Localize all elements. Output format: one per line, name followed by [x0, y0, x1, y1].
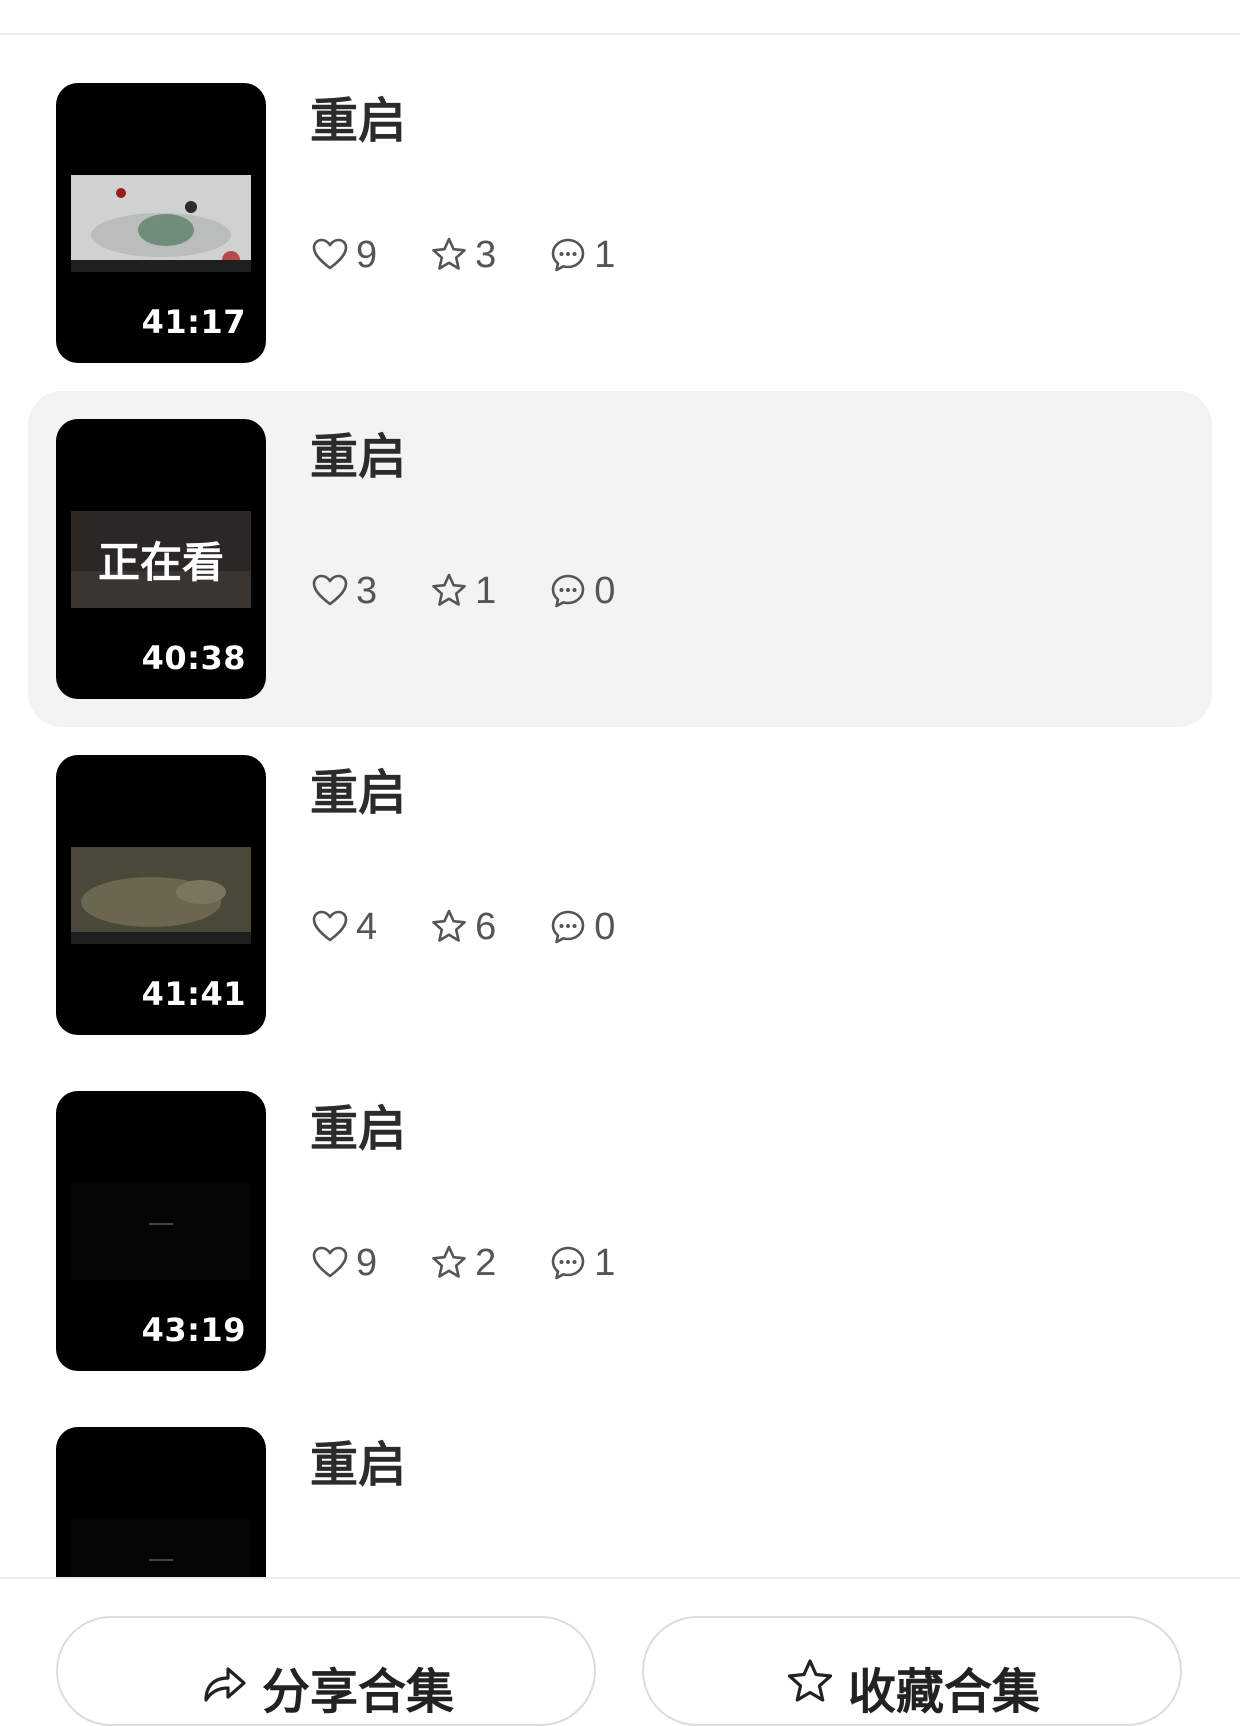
favorite-count: 3 — [475, 233, 497, 276]
star-icon — [432, 909, 466, 942]
episode-item[interactable]: 重启 — [28, 1399, 1212, 1577]
episode-thumbnail[interactable]: 41:41 — [56, 755, 266, 1035]
heart-icon — [312, 910, 348, 942]
favorite-count: 6 — [475, 905, 497, 948]
bottom-action-bar: 分享合集 收藏合集 — [0, 1577, 1240, 1726]
star-icon — [432, 1245, 466, 1278]
episode-title: 重启 — [310, 93, 407, 149]
episode-duration: 41:17 — [141, 303, 246, 341]
comment-count: 1 — [594, 233, 616, 276]
like-count: 9 — [356, 233, 378, 276]
favorite-count: 1 — [475, 569, 497, 612]
episode-thumbnail[interactable]: 41:17 — [56, 83, 266, 363]
comment-icon — [551, 910, 585, 944]
heart-icon — [312, 1246, 348, 1278]
episode-title: 重启 — [310, 765, 407, 821]
comment-stat[interactable]: 0 — [548, 570, 615, 613]
star-icon — [432, 237, 466, 270]
favorite-stat[interactable]: 2 — [429, 1242, 496, 1285]
episode-item-active[interactable]: 正在看 40:38 重启 3 1 0 — [28, 391, 1212, 727]
favorite-stat[interactable]: 6 — [429, 906, 496, 949]
favorite-stat[interactable]: 3 — [429, 234, 496, 277]
episode-thumbnail[interactable]: 43:19 — [56, 1091, 266, 1371]
episode-duration: 41:41 — [141, 975, 246, 1013]
like-count: 4 — [356, 905, 378, 948]
episode-list[interactable]: 41:17 重启 9 3 1 正在看 40:38 重启 3 1 0 41:41 … — [0, 0, 1240, 1577]
collect-collection-label: 收藏合集 — [847, 1664, 1040, 1720]
thumbnail-frame — [71, 1519, 251, 1577]
episode-title: 重启 — [310, 1101, 407, 1157]
star-icon — [787, 1659, 833, 1702]
episode-title: 重启 — [310, 1437, 407, 1493]
share-collection-button[interactable]: 分享合集 — [56, 1616, 596, 1726]
comment-count: 0 — [594, 569, 616, 612]
like-count: 3 — [356, 569, 378, 612]
comment-stat[interactable]: 0 — [548, 906, 615, 949]
episode-stats: 9 3 1 — [310, 231, 667, 279]
like-stat[interactable]: 4 — [310, 906, 377, 949]
heart-icon — [312, 238, 348, 270]
episode-thumbnail[interactable] — [56, 1427, 266, 1577]
episode-item[interactable]: 41:17 重启 9 3 1 — [28, 55, 1212, 391]
thumbnail-frame — [71, 1183, 251, 1280]
comment-icon — [551, 238, 585, 272]
like-stat[interactable]: 9 — [310, 234, 377, 277]
comment-icon — [551, 1246, 585, 1280]
like-count: 9 — [356, 1241, 378, 1284]
episode-duration: 43:19 — [141, 1311, 246, 1349]
thumbnail-frame — [71, 175, 251, 272]
thumbnail-frame — [71, 847, 251, 944]
episode-stats: 4 6 0 — [310, 903, 667, 951]
episode-thumbnail[interactable]: 正在看 40:38 — [56, 419, 266, 699]
comment-icon — [551, 574, 585, 608]
like-stat[interactable]: 9 — [310, 1242, 377, 1285]
comment-stat[interactable]: 1 — [548, 1242, 615, 1285]
collect-collection-button[interactable]: 收藏合集 — [642, 1616, 1182, 1726]
favorite-stat[interactable]: 1 — [429, 570, 496, 613]
episode-title: 重启 — [310, 429, 407, 485]
episode-stats: 3 1 0 — [310, 567, 667, 615]
share-collection-label: 分享合集 — [261, 1664, 454, 1720]
episode-item[interactable]: 41:41 重启 4 6 0 — [28, 727, 1212, 1063]
comment-count: 1 — [594, 1241, 616, 1284]
comment-stat[interactable]: 1 — [548, 234, 615, 277]
episode-item[interactable]: 43:19 重启 9 2 1 — [28, 1063, 1212, 1399]
share-icon — [204, 1667, 246, 1702]
heart-icon — [312, 574, 348, 606]
episode-stats: 9 2 1 — [310, 1239, 667, 1287]
star-icon — [432, 573, 466, 606]
like-stat[interactable]: 3 — [310, 570, 377, 613]
comment-count: 0 — [594, 905, 616, 948]
favorite-count: 2 — [475, 1241, 497, 1284]
episode-duration: 40:38 — [141, 639, 246, 677]
